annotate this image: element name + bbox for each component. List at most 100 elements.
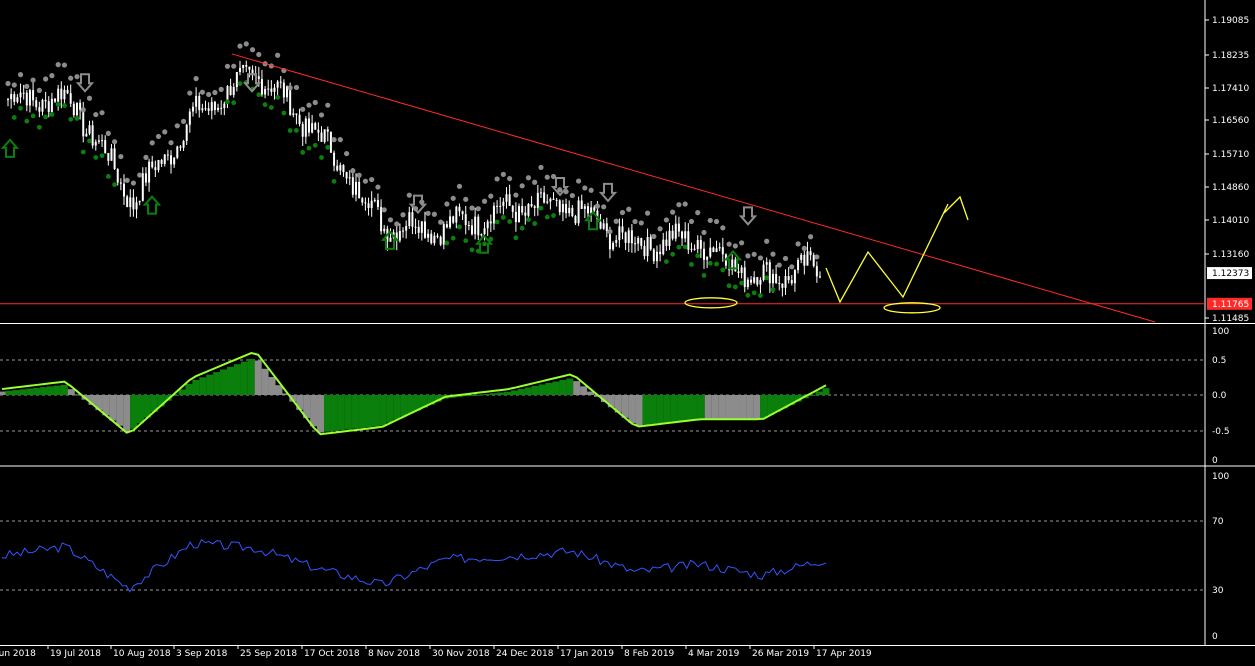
candle-body — [223, 103, 226, 109]
stop-dot-green — [62, 103, 67, 108]
stop-dot-gray — [68, 75, 74, 81]
candle-body — [232, 87, 235, 95]
stop-dot-green — [494, 219, 500, 225]
stop-dot-green — [726, 283, 732, 289]
candle-body — [217, 107, 220, 111]
stop-dot-green — [532, 221, 538, 226]
stop-dot-green — [463, 238, 469, 244]
candle-body — [358, 181, 361, 199]
candle-body — [333, 152, 336, 166]
macd-histogram-bar — [143, 395, 151, 418]
macd-axis-label: 0 — [1212, 456, 1218, 466]
rsi-axis-label: 70 — [1212, 517, 1224, 527]
macd-histogram-bar — [642, 395, 650, 425]
macd-histogram-bar — [386, 395, 394, 423]
stop-dot-gray — [726, 241, 732, 247]
candle-body — [480, 234, 483, 236]
macd-histogram-bar — [261, 368, 269, 395]
candle-body — [486, 221, 489, 229]
candle-body — [489, 221, 492, 224]
candle-body — [301, 123, 304, 137]
support-price-label: 1.11765 — [1212, 300, 1249, 310]
candle-body — [640, 237, 643, 246]
macd-histogram-bar — [697, 395, 705, 419]
candle-body — [101, 140, 104, 142]
stop-dot-green — [500, 215, 506, 220]
candle-body — [135, 202, 138, 210]
stop-dot-gray — [507, 175, 513, 182]
stop-dot-gray — [5, 80, 11, 87]
candle-body — [442, 224, 445, 245]
stop-dot-gray — [739, 240, 745, 246]
candle-body — [797, 259, 800, 271]
candle-body — [370, 200, 373, 208]
stop-dot-gray — [425, 210, 431, 216]
candle-body — [295, 113, 298, 115]
candle-body — [383, 228, 386, 232]
chart-canvas[interactable]: 1.19085 1.18235 1.17410 1.16560 1.15710 1.148… — [0, 0, 1255, 662]
stop-dot-gray — [11, 82, 17, 88]
macd-histogram-bar — [635, 395, 643, 426]
stop-dot-green — [682, 244, 688, 250]
stop-dot-green — [36, 124, 42, 130]
stop-dot-gray — [619, 209, 626, 216]
stop-dot-gray — [231, 63, 237, 69]
candle-body — [342, 165, 345, 173]
time-axis-label: 26 Mar 2019 — [752, 649, 809, 659]
stop-dot-gray — [644, 210, 651, 216]
candle-body — [235, 71, 238, 88]
macd-histogram-bar — [822, 388, 830, 395]
time-axis-label: 17 Jan 2019 — [560, 649, 614, 659]
stop-dot-gray — [607, 228, 613, 235]
stop-dot-green — [526, 217, 531, 223]
stop-dot-green — [720, 267, 726, 273]
candle-body — [652, 249, 655, 262]
candle-body — [436, 235, 439, 237]
candle-body — [471, 225, 473, 235]
candle-body — [508, 194, 511, 206]
candle-body — [44, 99, 47, 102]
candle-body — [239, 67, 241, 72]
candle-body — [191, 106, 194, 112]
time-axis-label: 25 Sep 2018 — [240, 649, 297, 659]
candle-body — [148, 161, 151, 183]
macd-axis-label: 0.0 — [1212, 391, 1227, 401]
candle-body — [546, 201, 549, 203]
macd-histogram-bar — [26, 388, 34, 395]
macd-histogram-bar — [407, 395, 415, 414]
candle-body — [815, 266, 818, 277]
candle-body — [677, 223, 680, 232]
candle-body — [373, 200, 376, 202]
candle-body — [311, 123, 314, 133]
candle-body — [671, 230, 674, 239]
stop-dot-green — [732, 284, 738, 290]
candle-body — [195, 95, 198, 107]
stop-dot-gray — [525, 175, 532, 181]
candle-body — [624, 232, 627, 243]
macd-histogram-bar — [670, 395, 678, 422]
stop-dot-green — [689, 262, 694, 267]
candle-body — [746, 279, 749, 288]
stop-dot-gray — [481, 198, 488, 204]
candle-body — [775, 273, 778, 283]
stop-dot-gray — [337, 137, 343, 143]
stop-dot-green — [444, 240, 450, 246]
stop-dot-gray — [695, 210, 701, 216]
stop-dot-gray — [318, 112, 325, 118]
candle-body — [445, 224, 448, 228]
candle-body — [420, 221, 423, 233]
candle-body — [599, 222, 602, 229]
stop-dot-gray — [325, 102, 331, 108]
candle-body — [204, 108, 207, 110]
time-axis-label: 17 Apr 2019 — [816, 649, 872, 659]
stop-dot-green — [764, 275, 770, 281]
candle-body — [793, 270, 796, 284]
trading-chart-window[interactable]: 1.19085 1.18235 1.17410 1.16560 1.15710 1.148… — [0, 0, 1255, 662]
macd-axis-label: 0.5 — [1212, 356, 1226, 366]
stop-dot-gray — [212, 89, 218, 96]
stop-dot-green — [287, 128, 293, 133]
candle-body — [160, 160, 163, 164]
time-axis-label: 10 Aug 2018 — [113, 649, 171, 659]
stop-dot-gray — [701, 229, 707, 236]
candle-body — [270, 88, 273, 92]
